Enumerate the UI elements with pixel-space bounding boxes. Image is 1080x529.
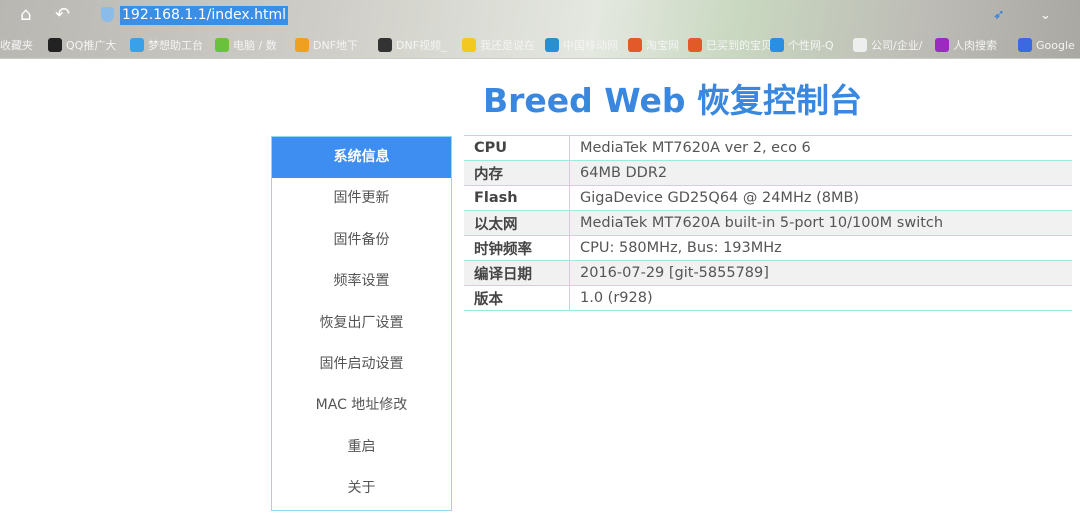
bookmark-icon — [378, 38, 392, 52]
info-key: 以太网 — [464, 210, 570, 236]
bookmark-label: 我还是说在 — [480, 39, 535, 52]
bookmark-icon — [770, 38, 784, 52]
info-key: 版本 — [464, 285, 570, 311]
shield-icon — [101, 7, 114, 22]
bookmark-item[interactable]: 人肉搜索 — [935, 35, 997, 55]
info-key: Flash — [464, 185, 570, 211]
bookmark-item[interactable]: Google — [1018, 35, 1075, 55]
bookmark-label: 梦想助工台 — [148, 39, 203, 52]
bookmark-item[interactable]: 我还是说在 — [462, 35, 535, 55]
sidebar-item[interactable]: 系统信息 — [272, 137, 451, 179]
bookmark-icon — [295, 38, 309, 52]
bookmark-item[interactable]: QQ推广大 — [48, 35, 116, 55]
sidebar-item[interactable]: MAC 地址修改 — [272, 385, 451, 426]
bookmark-label: 中国移动网 — [563, 39, 618, 52]
bookmark-icon — [688, 38, 702, 52]
bookmark-icon — [462, 38, 476, 52]
table-row: 内存 64MB DDR2 — [464, 160, 1072, 186]
table-row: 时钟频率 CPU: 580MHz, Bus: 193MHz — [464, 235, 1072, 261]
info-value: 1.0 (r928) — [569, 285, 1072, 311]
table-row: CPU MediaTek MT7620A ver 2, eco 6 — [464, 135, 1072, 161]
bookmark-icon — [545, 38, 559, 52]
bookmark-label: 淘宝网 — [646, 39, 679, 52]
sidebar-item[interactable]: 固件启动设置 — [272, 344, 451, 385]
bookmark-icon — [935, 38, 949, 52]
info-value: MediaTek MT7620A ver 2, eco 6 — [569, 135, 1072, 161]
bookmark-icon — [48, 38, 62, 52]
page-title: Breed Web 恢复控制台 — [482, 81, 863, 120]
system-info-table: CPU MediaTek MT7620A ver 2, eco 6 内存 64MB D… — [464, 135, 1072, 311]
info-value: GigaDevice GD25Q64 @ 24MHz (8MB) — [569, 185, 1072, 211]
bookmark-item[interactable]: 公司/企业/ — [853, 35, 922, 55]
info-value: CPU: 580MHz, Bus: 193MHz — [569, 235, 1072, 261]
table-row: 以太网 MediaTek MT7620A built-in 5-port 10/1… — [464, 210, 1072, 236]
bookmark-icon — [1018, 38, 1032, 52]
address-bar[interactable]: 192.168.1.1/index.html — [120, 6, 288, 25]
bookmark-icon — [130, 38, 144, 52]
bookmark-label: 个性网-Q — [788, 39, 834, 52]
bookmark-item[interactable]: DNF视频_ — [378, 35, 447, 55]
sidebar-menu: 系统信息 固件更新 固件备份 频率设置 恢复出厂设置 固件启动设置 MAC 地址修改 重启 关于 — [271, 136, 452, 511]
bookmark-label: 人肉搜索 — [953, 39, 997, 52]
bookmark-item[interactable]: 中国移动网 — [545, 35, 618, 55]
back-icon[interactable]: ↶ — [55, 4, 70, 26]
bookmark-label: QQ推广大 — [66, 39, 117, 52]
sidebar-item[interactable]: 关于 — [272, 468, 451, 509]
sidebar-item[interactable]: 频率设置 — [272, 261, 451, 302]
info-key: 编译日期 — [464, 260, 570, 286]
info-value: 2016-07-29 [git-5855789] — [569, 260, 1072, 286]
table-row: Flash GigaDevice GD25Q64 @ 24MHz (8MB) — [464, 185, 1072, 211]
bookmark-label: 已买到的宝贝 — [706, 39, 772, 52]
bookmark-item[interactable]: 梦想助工台 — [130, 35, 203, 55]
bookmark-label: Google — [1036, 38, 1075, 52]
sidebar-item[interactable]: 固件备份 — [272, 220, 451, 261]
bookmark-icon — [853, 38, 867, 52]
bookmark-label: 公司/企业/ — [871, 39, 923, 52]
bookmark-item[interactable]: 收藏夹 — [0, 35, 33, 55]
table-row: 版本 1.0 (r928) — [464, 285, 1072, 311]
bookmark-icon — [215, 38, 229, 52]
info-key: CPU — [464, 135, 570, 161]
rocket-icon[interactable]: ➶ — [993, 7, 1005, 29]
sidebar-item[interactable]: 固件更新 — [272, 178, 451, 219]
bookmark-item[interactable]: 已买到的宝贝 — [688, 35, 772, 55]
bookmark-label: DNF视频_ — [396, 39, 447, 52]
bookmark-label: 收藏夹 — [0, 39, 33, 52]
browser-chrome: ⌂ ↶ 192.168.1.1/index.html ➶ ⌄ 收藏夹 QQ推广大 梦… — [0, 0, 1080, 59]
bookmark-label: 电脑 / 数 — [233, 39, 277, 52]
bookmark-item[interactable]: 淘宝网 — [628, 35, 679, 55]
home-icon[interactable]: ⌂ — [20, 4, 31, 26]
info-key: 内存 — [464, 160, 570, 186]
bookmark-item[interactable]: 电脑 / 数 — [215, 35, 277, 55]
bookmark-item[interactable]: 个性网-Q — [770, 35, 834, 55]
bookmark-label: DNF地下 — [313, 39, 359, 52]
sidebar-item[interactable]: 恢复出厂设置 — [272, 303, 451, 344]
bookmark-icon — [628, 38, 642, 52]
chevron-down-icon[interactable]: ⌄ — [1040, 8, 1051, 30]
info-key: 时钟频率 — [464, 235, 570, 261]
bookmark-item[interactable]: DNF地下 — [295, 35, 358, 55]
info-value: MediaTek MT7620A built-in 5-port 10/100M… — [569, 210, 1072, 236]
sidebar-item[interactable]: 重启 — [272, 427, 451, 468]
info-value: 64MB DDR2 — [569, 160, 1072, 186]
table-row: 编译日期 2016-07-29 [git-5855789] — [464, 260, 1072, 286]
